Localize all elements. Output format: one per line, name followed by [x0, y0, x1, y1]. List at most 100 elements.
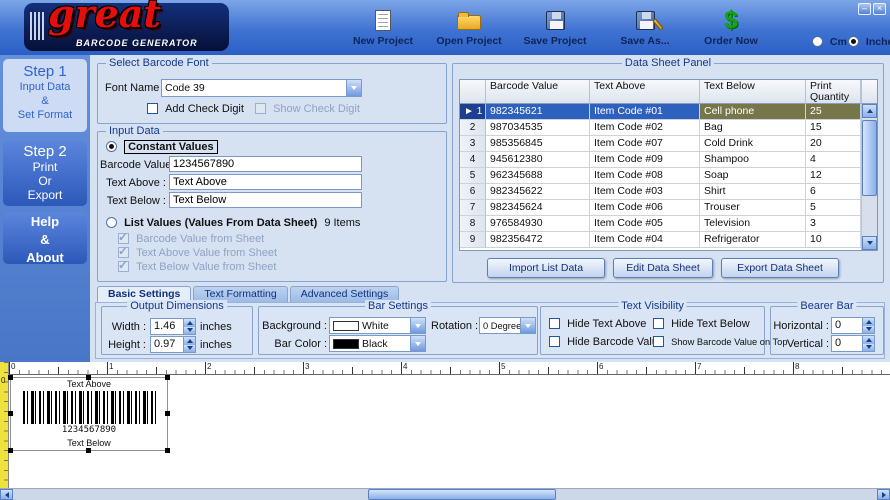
table-row[interactable]: 6 982345622 Item Code #03 Shirt 6 — [460, 184, 877, 200]
table-row[interactable]: 4 945612380 Item Code #09 Shampoo 4 — [460, 152, 877, 168]
cell-barcode-value[interactable]: 976584930 — [486, 216, 590, 232]
row-header[interactable]: 2 — [460, 120, 486, 136]
resize-handle[interactable] — [165, 411, 170, 416]
cell-barcode-value[interactable]: 985356845 — [486, 136, 590, 152]
cell-text-below[interactable]: Television — [700, 216, 806, 232]
scroll-right-button[interactable] — [877, 489, 890, 500]
cell-text-above[interactable]: Item Code #05 — [590, 216, 700, 232]
resize-handle[interactable] — [86, 375, 91, 380]
cell-text-below[interactable]: Bag — [700, 120, 806, 136]
cell-text-above[interactable]: Item Code #03 — [590, 184, 700, 200]
scroll-left-button[interactable] — [0, 489, 13, 500]
table-row[interactable]: 9 982356472 Item Code #04 Refrigerator 1… — [460, 232, 877, 248]
cell-text-below[interactable]: Shampoo — [700, 152, 806, 168]
dropdown-button[interactable] — [410, 336, 425, 351]
cell-barcode-value[interactable]: 987034535 — [486, 120, 590, 136]
row-header[interactable]: ► 1 — [460, 104, 486, 120]
import-list-data-button[interactable]: Import List Data — [487, 258, 605, 278]
dropdown-button[interactable] — [410, 318, 425, 333]
cell-barcode-value[interactable]: 945612380 — [486, 152, 590, 168]
cell-print-quantity[interactable]: 12 — [806, 168, 861, 184]
cell-text-above[interactable]: Item Code #07 — [590, 136, 700, 152]
table-row[interactable]: 2 987034535 Item Code #02 Bag 15 — [460, 120, 877, 136]
resize-handle[interactable] — [165, 375, 170, 380]
cell-print-quantity[interactable]: 25 — [806, 104, 861, 120]
unit-radio-cm[interactable]: Cm — [812, 36, 847, 48]
column-header-barcode-value[interactable]: Barcode Value — [486, 80, 590, 104]
rotation-combo[interactable]: 0 Degree — [479, 317, 536, 334]
cell-barcode-value[interactable]: 982345624 — [486, 200, 590, 216]
vertical-spinner[interactable]: 0 — [831, 335, 875, 352]
spinner-buttons[interactable] — [183, 319, 195, 334]
row-header[interactable]: 5 — [460, 168, 486, 184]
table-row[interactable]: 8 976584930 Item Code #05 Television 3 — [460, 216, 877, 232]
cell-text-below[interactable]: Trouser — [700, 200, 806, 216]
cell-text-above[interactable]: Item Code #09 — [590, 152, 700, 168]
scrollbar-thumb[interactable] — [862, 120, 877, 196]
cell-barcode-value[interactable]: 982345621 — [486, 104, 590, 120]
inches-radio[interactable] — [848, 36, 859, 47]
hide-text-above-checkbox[interactable]: Hide Text Above — [549, 318, 646, 330]
width-spinner[interactable]: 1.46 — [150, 318, 196, 335]
row-header[interactable]: 4 — [460, 152, 486, 168]
table-corner-cell[interactable] — [460, 80, 486, 104]
table-row[interactable]: 7 982345624 Item Code #06 Trouser 5 — [460, 200, 877, 216]
background-combo[interactable]: White — [329, 317, 426, 334]
resize-handle[interactable] — [165, 448, 170, 453]
cell-print-quantity[interactable]: 5 — [806, 200, 861, 216]
open-project-button[interactable]: Open Project — [426, 7, 512, 47]
minimize-button[interactable]: – — [858, 3, 871, 15]
cell-barcode-value[interactable]: 982345622 — [486, 184, 590, 200]
resize-handle[interactable] — [8, 411, 13, 416]
table-row[interactable]: ► 1 982345621 Item Code #01 Cell phone 2… — [460, 104, 877, 120]
row-header[interactable]: 9 — [460, 232, 486, 248]
column-header-print-quantity[interactable]: Print Quantity — [806, 80, 861, 104]
row-header[interactable]: 3 — [460, 136, 486, 152]
cell-print-quantity[interactable]: 20 — [806, 136, 861, 152]
barcode-preview[interactable]: Text Above 1234567890 Text Below — [8, 375, 170, 453]
save-as-button[interactable]: Save As... — [602, 7, 688, 47]
sidebar-help[interactable]: Help & About — [3, 212, 87, 265]
sidebar-step1[interactable]: Step 1 Input Data & Set Format — [3, 59, 87, 132]
edit-data-sheet-button[interactable]: Edit Data Sheet — [613, 258, 713, 278]
cell-barcode-value[interactable]: 962345688 — [486, 168, 590, 184]
list-values-radio[interactable]: List Values (Values From Data Sheet) 9 I… — [106, 217, 360, 229]
cell-text-above[interactable]: Item Code #02 — [590, 120, 700, 136]
cell-print-quantity[interactable]: 6 — [806, 184, 861, 200]
scroll-up-button[interactable] — [862, 104, 877, 118]
row-header[interactable]: 7 — [460, 200, 486, 216]
bar-color-combo[interactable]: Black — [329, 335, 426, 352]
table-row[interactable]: 3 985356845 Item Code #07 Cold Drink 20 — [460, 136, 877, 152]
table-vertical-scrollbar[interactable] — [861, 104, 877, 250]
text-above-input[interactable] — [169, 174, 362, 190]
spinner-buttons[interactable] — [183, 337, 195, 352]
column-header-text-below[interactable]: Text Below — [700, 80, 806, 104]
resize-handle[interactable] — [8, 448, 13, 453]
save-project-button[interactable]: Save Project — [512, 7, 598, 47]
resize-handle[interactable] — [86, 448, 91, 453]
hide-barcode-value-checkbox[interactable]: Hide Barcode Value — [549, 336, 664, 348]
cell-text-below[interactable]: Soap — [700, 168, 806, 184]
scrollbar-thumb[interactable] — [368, 489, 556, 500]
cm-radio[interactable] — [812, 36, 823, 47]
hide-text-below-checkbox[interactable]: Hide Text Below — [653, 318, 750, 330]
constant-values-radio[interactable]: Constant Values — [106, 140, 218, 154]
cell-text-above[interactable]: Item Code #08 — [590, 168, 700, 184]
cell-barcode-value[interactable]: 982356472 — [486, 232, 590, 248]
table-row[interactable]: 5 962345688 Item Code #08 Soap 12 — [460, 168, 877, 184]
cell-text-below[interactable]: Refrigerator — [700, 232, 806, 248]
cell-print-quantity[interactable]: 15 — [806, 120, 861, 136]
order-now-button[interactable]: $ Order Now — [688, 6, 774, 48]
dropdown-button[interactable] — [346, 80, 361, 96]
unit-radio-inches[interactable]: Inches — [848, 36, 890, 48]
font-name-combo[interactable]: Code 39 — [161, 79, 362, 97]
canvas-horizontal-scrollbar[interactable] — [0, 488, 890, 500]
show-barcode-on-top-checkbox[interactable]: Show Barcode Value on Top — [653, 336, 788, 348]
cell-text-above[interactable]: Item Code #01 — [590, 104, 700, 120]
text-below-input[interactable] — [169, 192, 362, 208]
cell-text-below[interactable]: Shirt — [700, 184, 806, 200]
close-button[interactable]: × — [873, 3, 886, 15]
cell-text-above[interactable]: Item Code #06 — [590, 200, 700, 216]
cell-print-quantity[interactable]: 4 — [806, 152, 861, 168]
cell-print-quantity[interactable]: 3 — [806, 216, 861, 232]
